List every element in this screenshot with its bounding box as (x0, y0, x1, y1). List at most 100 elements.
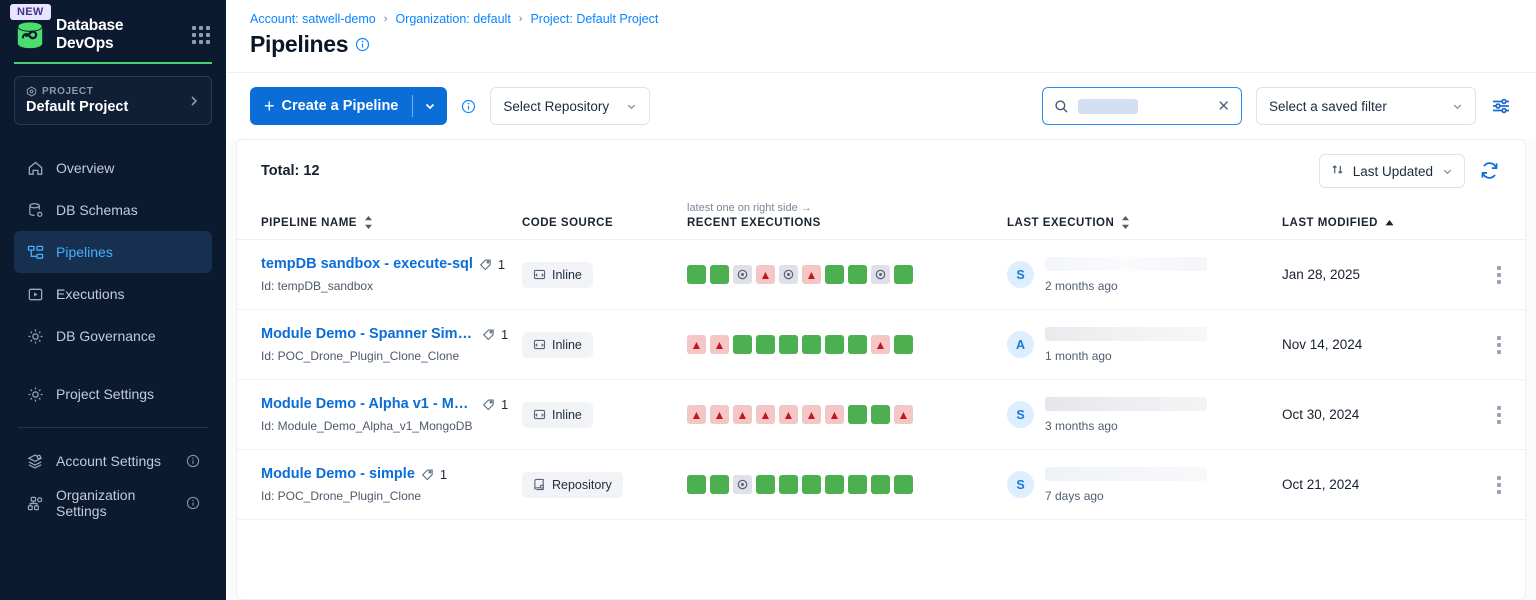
execution-status-success[interactable] (687, 475, 706, 494)
sort-ascending-icon[interactable] (1385, 220, 1394, 226)
sidebar-item-executions[interactable]: Executions (14, 273, 212, 315)
column-pipeline-name[interactable]: PIPELINE NAME (237, 196, 522, 240)
more-vertical-icon[interactable] (1488, 404, 1510, 426)
execution-status-failed[interactable]: ▲ (756, 265, 775, 284)
sort-arrows-icon (1331, 163, 1344, 179)
sort-toggle-icon[interactable] (1121, 216, 1130, 229)
execution-status-success[interactable] (848, 265, 867, 284)
pipeline-name-link[interactable]: Module Demo - Alpha v1 - Mongo... (261, 396, 476, 412)
execution-status-failed[interactable]: ▲ (687, 335, 706, 354)
code-source-chip[interactable]: Inline (522, 332, 593, 358)
sidebar-item-organization-settings[interactable]: Organization Settings (14, 482, 212, 524)
info-circle-icon[interactable] (186, 496, 200, 510)
failed-warning-icon: ▲ (898, 409, 910, 421)
tag-icon (421, 468, 434, 481)
info-circle-icon[interactable] (355, 37, 370, 52)
execution-status-failed[interactable]: ▲ (825, 405, 844, 424)
sidebar-item-label: Organization Settings (56, 487, 174, 519)
execution-status-success[interactable] (710, 265, 729, 284)
sidebar-item-account-settings[interactable]: Account Settings (14, 440, 212, 482)
code-source-chip[interactable]: Inline (522, 262, 593, 288)
execution-status-failed[interactable]: ▲ (710, 335, 729, 354)
execution-status-success[interactable] (802, 335, 821, 354)
code-source-label: Inline (552, 338, 582, 352)
execution-status-success[interactable] (848, 475, 867, 494)
more-vertical-icon[interactable] (1488, 334, 1510, 356)
execution-status-failed[interactable]: ▲ (687, 405, 706, 424)
close-icon[interactable]: ✕ (1217, 97, 1230, 115)
execution-status-success[interactable] (687, 265, 706, 284)
sidebar-item-pipelines[interactable]: Pipelines (14, 231, 212, 273)
execution-status-aborted[interactable] (779, 265, 798, 284)
execution-status-success[interactable] (756, 475, 775, 494)
sidebar-item-db-governance[interactable]: DB Governance (14, 315, 212, 357)
code-source-chip[interactable]: Repository (522, 472, 623, 498)
total-count: Total: 12 (261, 163, 320, 179)
search-input[interactable]: ✕ (1042, 87, 1242, 125)
table-row[interactable]: tempDB sandbox - execute-sql 1 Id: tempD… (237, 240, 1526, 310)
execution-status-success[interactable] (779, 335, 798, 354)
create-pipeline-info-icon[interactable] (461, 99, 476, 114)
execution-status-failed[interactable]: ▲ (802, 405, 821, 424)
execution-status-success[interactable] (802, 475, 821, 494)
execution-status-success[interactable] (871, 475, 890, 494)
execution-status-failed[interactable]: ▲ (710, 405, 729, 424)
execution-status-success[interactable] (848, 405, 867, 424)
pipeline-name-link[interactable]: tempDB sandbox - execute-sql (261, 256, 473, 272)
execution-status-success[interactable] (825, 335, 844, 354)
more-vertical-icon[interactable] (1488, 264, 1510, 286)
execution-status-success[interactable] (710, 475, 729, 494)
apps-grid-icon[interactable] (190, 24, 212, 46)
table-row[interactable]: Module Demo - simple 1 Id: POC_Drone_Plu… (237, 450, 1526, 520)
breadcrumb-account[interactable]: Account: satwell-demo (250, 12, 376, 26)
more-vertical-icon[interactable] (1488, 474, 1510, 496)
execution-status-success[interactable] (779, 475, 798, 494)
execution-status-success[interactable] (825, 265, 844, 284)
execution-status-aborted[interactable] (733, 475, 752, 494)
execution-status-success[interactable] (825, 475, 844, 494)
table-row[interactable]: Module Demo - Alpha v1 - Mongo... 1 Id: … (237, 380, 1526, 450)
execution-status-aborted[interactable] (871, 265, 890, 284)
column-last-execution[interactable]: LAST EXECUTION (1007, 196, 1282, 240)
execution-status-success[interactable] (871, 405, 890, 424)
breadcrumb-organization[interactable]: Organization: default (395, 12, 510, 26)
saved-filter-select[interactable]: Select a saved filter (1256, 87, 1476, 125)
execution-status-success[interactable] (894, 335, 913, 354)
execution-status-aborted[interactable] (733, 265, 752, 284)
create-pipeline-button[interactable]: + Create a Pipeline (250, 87, 447, 125)
execution-status-failed[interactable]: ▲ (894, 405, 913, 424)
sort-toggle-icon[interactable] (364, 216, 373, 229)
execution-status-success[interactable] (848, 335, 867, 354)
brand-divider (14, 62, 212, 64)
breadcrumb-project[interactable]: Project: Default Project (530, 12, 658, 26)
code-source-chip[interactable]: Inline (522, 402, 593, 428)
home-icon (26, 159, 44, 177)
column-last-modified[interactable]: LAST MODIFIED (1282, 196, 1472, 240)
project-selector[interactable]: PROJECT Default Project (14, 76, 212, 125)
execution-status-success[interactable] (894, 475, 913, 494)
sort-select[interactable]: Last Updated (1319, 154, 1465, 188)
info-circle-icon[interactable] (186, 454, 200, 468)
chevron-down-icon[interactable] (413, 87, 447, 125)
execution-status-failed[interactable]: ▲ (802, 265, 821, 284)
execution-status-failed[interactable]: ▲ (871, 335, 890, 354)
create-pipeline-main[interactable]: + Create a Pipeline (250, 87, 412, 125)
execution-status-success[interactable] (733, 335, 752, 354)
execution-status-success[interactable] (756, 335, 775, 354)
execution-status-failed[interactable]: ▲ (779, 405, 798, 424)
refresh-button[interactable] (1479, 160, 1501, 182)
execution-status-failed[interactable]: ▲ (756, 405, 775, 424)
sidebar-item-project-settings[interactable]: Project Settings (14, 373, 212, 415)
execution-status-success[interactable] (894, 265, 913, 284)
execution-status-failed[interactable]: ▲ (733, 405, 752, 424)
table-row[interactable]: Module Demo - Spanner Simple 1 Id: POC_D… (237, 310, 1526, 380)
sidebar-item-overview[interactable]: Overview (14, 147, 212, 189)
last-execution-info: S 7 days ago (1007, 467, 1282, 503)
pipeline-name-link[interactable]: Module Demo - simple (261, 466, 415, 482)
cell-code-source: Repository (522, 450, 687, 520)
filter-sliders-icon[interactable] (1490, 95, 1512, 117)
repository-select[interactable]: Select Repository (490, 87, 650, 125)
sidebar-item-db-schemas[interactable]: DB Schemas (14, 189, 212, 231)
pipeline-name-link[interactable]: Module Demo - Spanner Simple (261, 326, 476, 342)
last-execution-text: 7 days ago (1045, 467, 1207, 503)
